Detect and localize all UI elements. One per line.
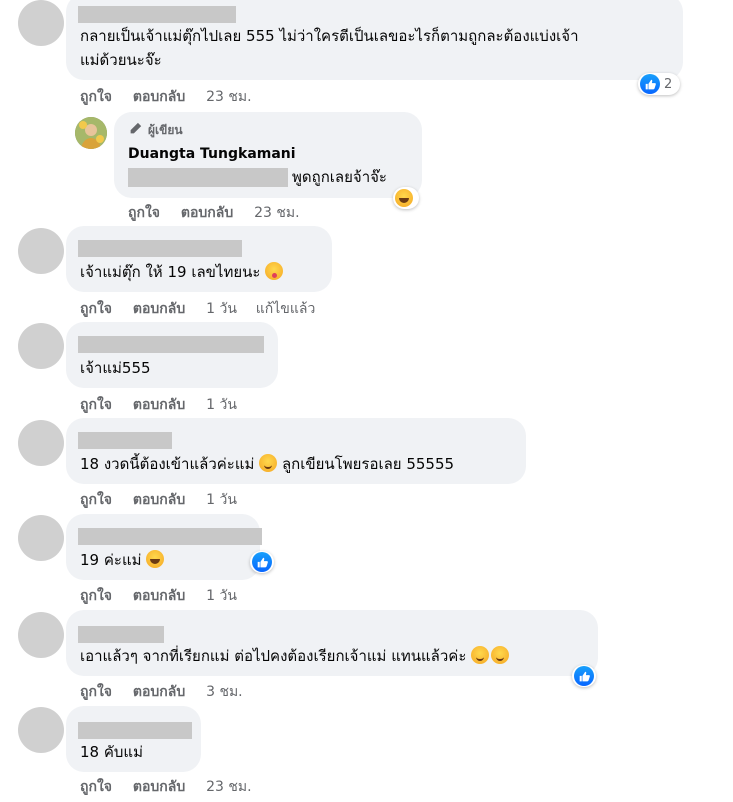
- like-button[interactable]: ถูกใจ: [80, 681, 112, 703]
- commenter-name-redacted[interactable]: [78, 626, 164, 643]
- comment-bubble: กลายเป็นเจ้าแม่ตุ๊กไปเลย 555 ไม่ว่าใครตี…: [66, 0, 683, 80]
- tagged-name-redacted[interactable]: [128, 168, 288, 187]
- commenter-avatar[interactable]: [18, 612, 64, 658]
- author-badge: ผู้เขียน: [148, 123, 183, 137]
- comment-bubble: 18 คับแม่: [66, 706, 201, 772]
- smile-emoji: [259, 454, 278, 472]
- comment-timestamp[interactable]: 1 วัน: [206, 298, 237, 320]
- comment-bubble: เอาแล้วๆ จากที่เรียกแม่ ต่อไปคงต้องเรียก…: [66, 610, 598, 676]
- like-button[interactable]: ถูกใจ: [128, 202, 160, 224]
- commenter-name-redacted[interactable]: [78, 528, 262, 545]
- comment-bubble: 19 ค่ะแม่: [66, 514, 262, 580]
- like-button[interactable]: ถูกใจ: [80, 86, 112, 108]
- comment-actions: ถูกใจ ตอบกลับ 23 ชม.: [80, 776, 252, 798]
- comment-bubble: เจ้าแม่555: [66, 322, 278, 388]
- comment-text: เอาแล้วๆ จากที่เรียกแม่ ต่อไปคงต้องเรียก…: [80, 644, 510, 668]
- like-button[interactable]: ถูกใจ: [80, 776, 112, 798]
- commenter-avatar[interactable]: [18, 0, 64, 46]
- comment-timestamp[interactable]: 23 ชม.: [206, 86, 251, 108]
- laughing-emoji: [146, 550, 165, 568]
- commenter-name-redacted[interactable]: [78, 722, 192, 739]
- commenter-name-redacted[interactable]: [78, 432, 172, 449]
- comment-actions: ถูกใจ ตอบกลับ 1 วัน: [80, 489, 237, 511]
- blushing-smile-emoji: [471, 646, 490, 664]
- commenter-name-redacted[interactable]: [78, 336, 264, 353]
- comment-actions: ถูกใจ ตอบกลับ 1 วัน: [80, 585, 237, 607]
- reaction-count: 2: [664, 76, 673, 92]
- comment-bubble: 18 งวดนี้ต้องเข้าแล้วค่ะแม่ ลูกเขียนโพยร…: [66, 418, 526, 484]
- comment-text: เจ้าแม่555: [80, 359, 151, 377]
- comment-text-continued: แม่ด้วยนะจ๊ะ: [80, 51, 162, 69]
- reply-button[interactable]: ตอบกลับ: [133, 298, 185, 320]
- like-reaction-icon: [574, 666, 594, 686]
- comment-actions: ถูกใจ ตอบกลับ 23 ชม.: [80, 86, 252, 108]
- like-button[interactable]: ถูกใจ: [80, 298, 112, 320]
- comment-text: กลายเป็นเจ้าแม่ตุ๊กไปเลย 555 ไม่ว่าใครตี…: [80, 27, 579, 45]
- laughing-emoji-icon: [395, 189, 413, 207]
- comment-text: 18 คับแม่: [80, 743, 143, 761]
- commenter-avatar[interactable]: [18, 515, 64, 561]
- author-avatar[interactable]: [75, 117, 107, 149]
- edited-label: แก้ไขแล้ว: [255, 301, 316, 317]
- commenter-name-redacted[interactable]: [78, 6, 236, 23]
- comment-timestamp[interactable]: 1 วัน: [206, 489, 237, 511]
- reaction-badge[interactable]: [250, 551, 274, 573]
- comment-text: 19 ค่ะแม่: [80, 548, 165, 572]
- comment-timestamp[interactable]: 1 วัน: [206, 394, 237, 416]
- comment-text: 18 งวดนี้ต้องเข้าแล้วค่ะแม่ ลูกเขียนโพยร…: [80, 454, 455, 473]
- reply-author-name[interactable]: Duangta Tungkamani: [128, 146, 296, 162]
- winking-tongue-emoji: [265, 262, 284, 280]
- commenter-avatar[interactable]: [18, 420, 64, 466]
- reply-actions: ถูกใจ ตอบกลับ 23 ชม.: [128, 202, 300, 224]
- reply-text: พูดถูกเลยจ้าจ๊ะ: [292, 168, 387, 186]
- reply-button[interactable]: ตอบกลับ: [133, 585, 185, 607]
- reaction-count-badge[interactable]: 2: [638, 73, 680, 95]
- like-reaction-icon: [252, 552, 272, 572]
- reply-button[interactable]: ตอบกลับ: [133, 489, 185, 511]
- reaction-badge[interactable]: [572, 665, 596, 687]
- comment-actions: ถูกใจ ตอบกลับ 3 ชม.: [80, 681, 243, 703]
- like-button[interactable]: ถูกใจ: [80, 489, 112, 511]
- like-button[interactable]: ถูกใจ: [80, 585, 112, 607]
- reply-button[interactable]: ตอบกลับ: [133, 776, 185, 798]
- comment-timestamp[interactable]: 23 ชม.: [206, 776, 251, 798]
- comment-timestamp[interactable]: 3 ชม.: [206, 681, 243, 703]
- reply-reaction-badge[interactable]: [393, 187, 419, 209]
- comment-timestamp[interactable]: 1 วัน: [206, 585, 237, 607]
- reply-button[interactable]: ตอบกลับ: [133, 681, 185, 703]
- reply-button[interactable]: ตอบกลับ: [133, 394, 185, 416]
- like-reaction-icon: [640, 74, 660, 94]
- commenter-avatar[interactable]: [18, 707, 64, 753]
- commenter-name-redacted[interactable]: [78, 240, 242, 257]
- reply-bubble: ผู้เขียน Duangta Tungkamani พูดถูกเลยจ้า…: [114, 112, 422, 198]
- comment-bubble: เจ้าแม่ตุ๊ก ให้ 19 เลขไทยนะ: [66, 226, 332, 292]
- like-button[interactable]: ถูกใจ: [80, 394, 112, 416]
- comment-actions: ถูกใจ ตอบกลับ 1 วัน แก้ไขแล้ว: [80, 298, 315, 320]
- reply-timestamp[interactable]: 23 ชม.: [254, 202, 299, 224]
- commenter-avatar[interactable]: [18, 228, 64, 274]
- reply-button[interactable]: ตอบกลับ: [181, 202, 233, 224]
- comment-actions: ถูกใจ ตอบกลับ 1 วัน: [80, 394, 237, 416]
- comment-text: เจ้าแม่ตุ๊ก ให้ 19 เลขไทยนะ: [80, 260, 284, 284]
- blushing-smile-emoji: [491, 646, 510, 664]
- pencil-icon: [130, 122, 142, 134]
- reply-button[interactable]: ตอบกลับ: [133, 86, 185, 108]
- commenter-avatar[interactable]: [18, 323, 64, 369]
